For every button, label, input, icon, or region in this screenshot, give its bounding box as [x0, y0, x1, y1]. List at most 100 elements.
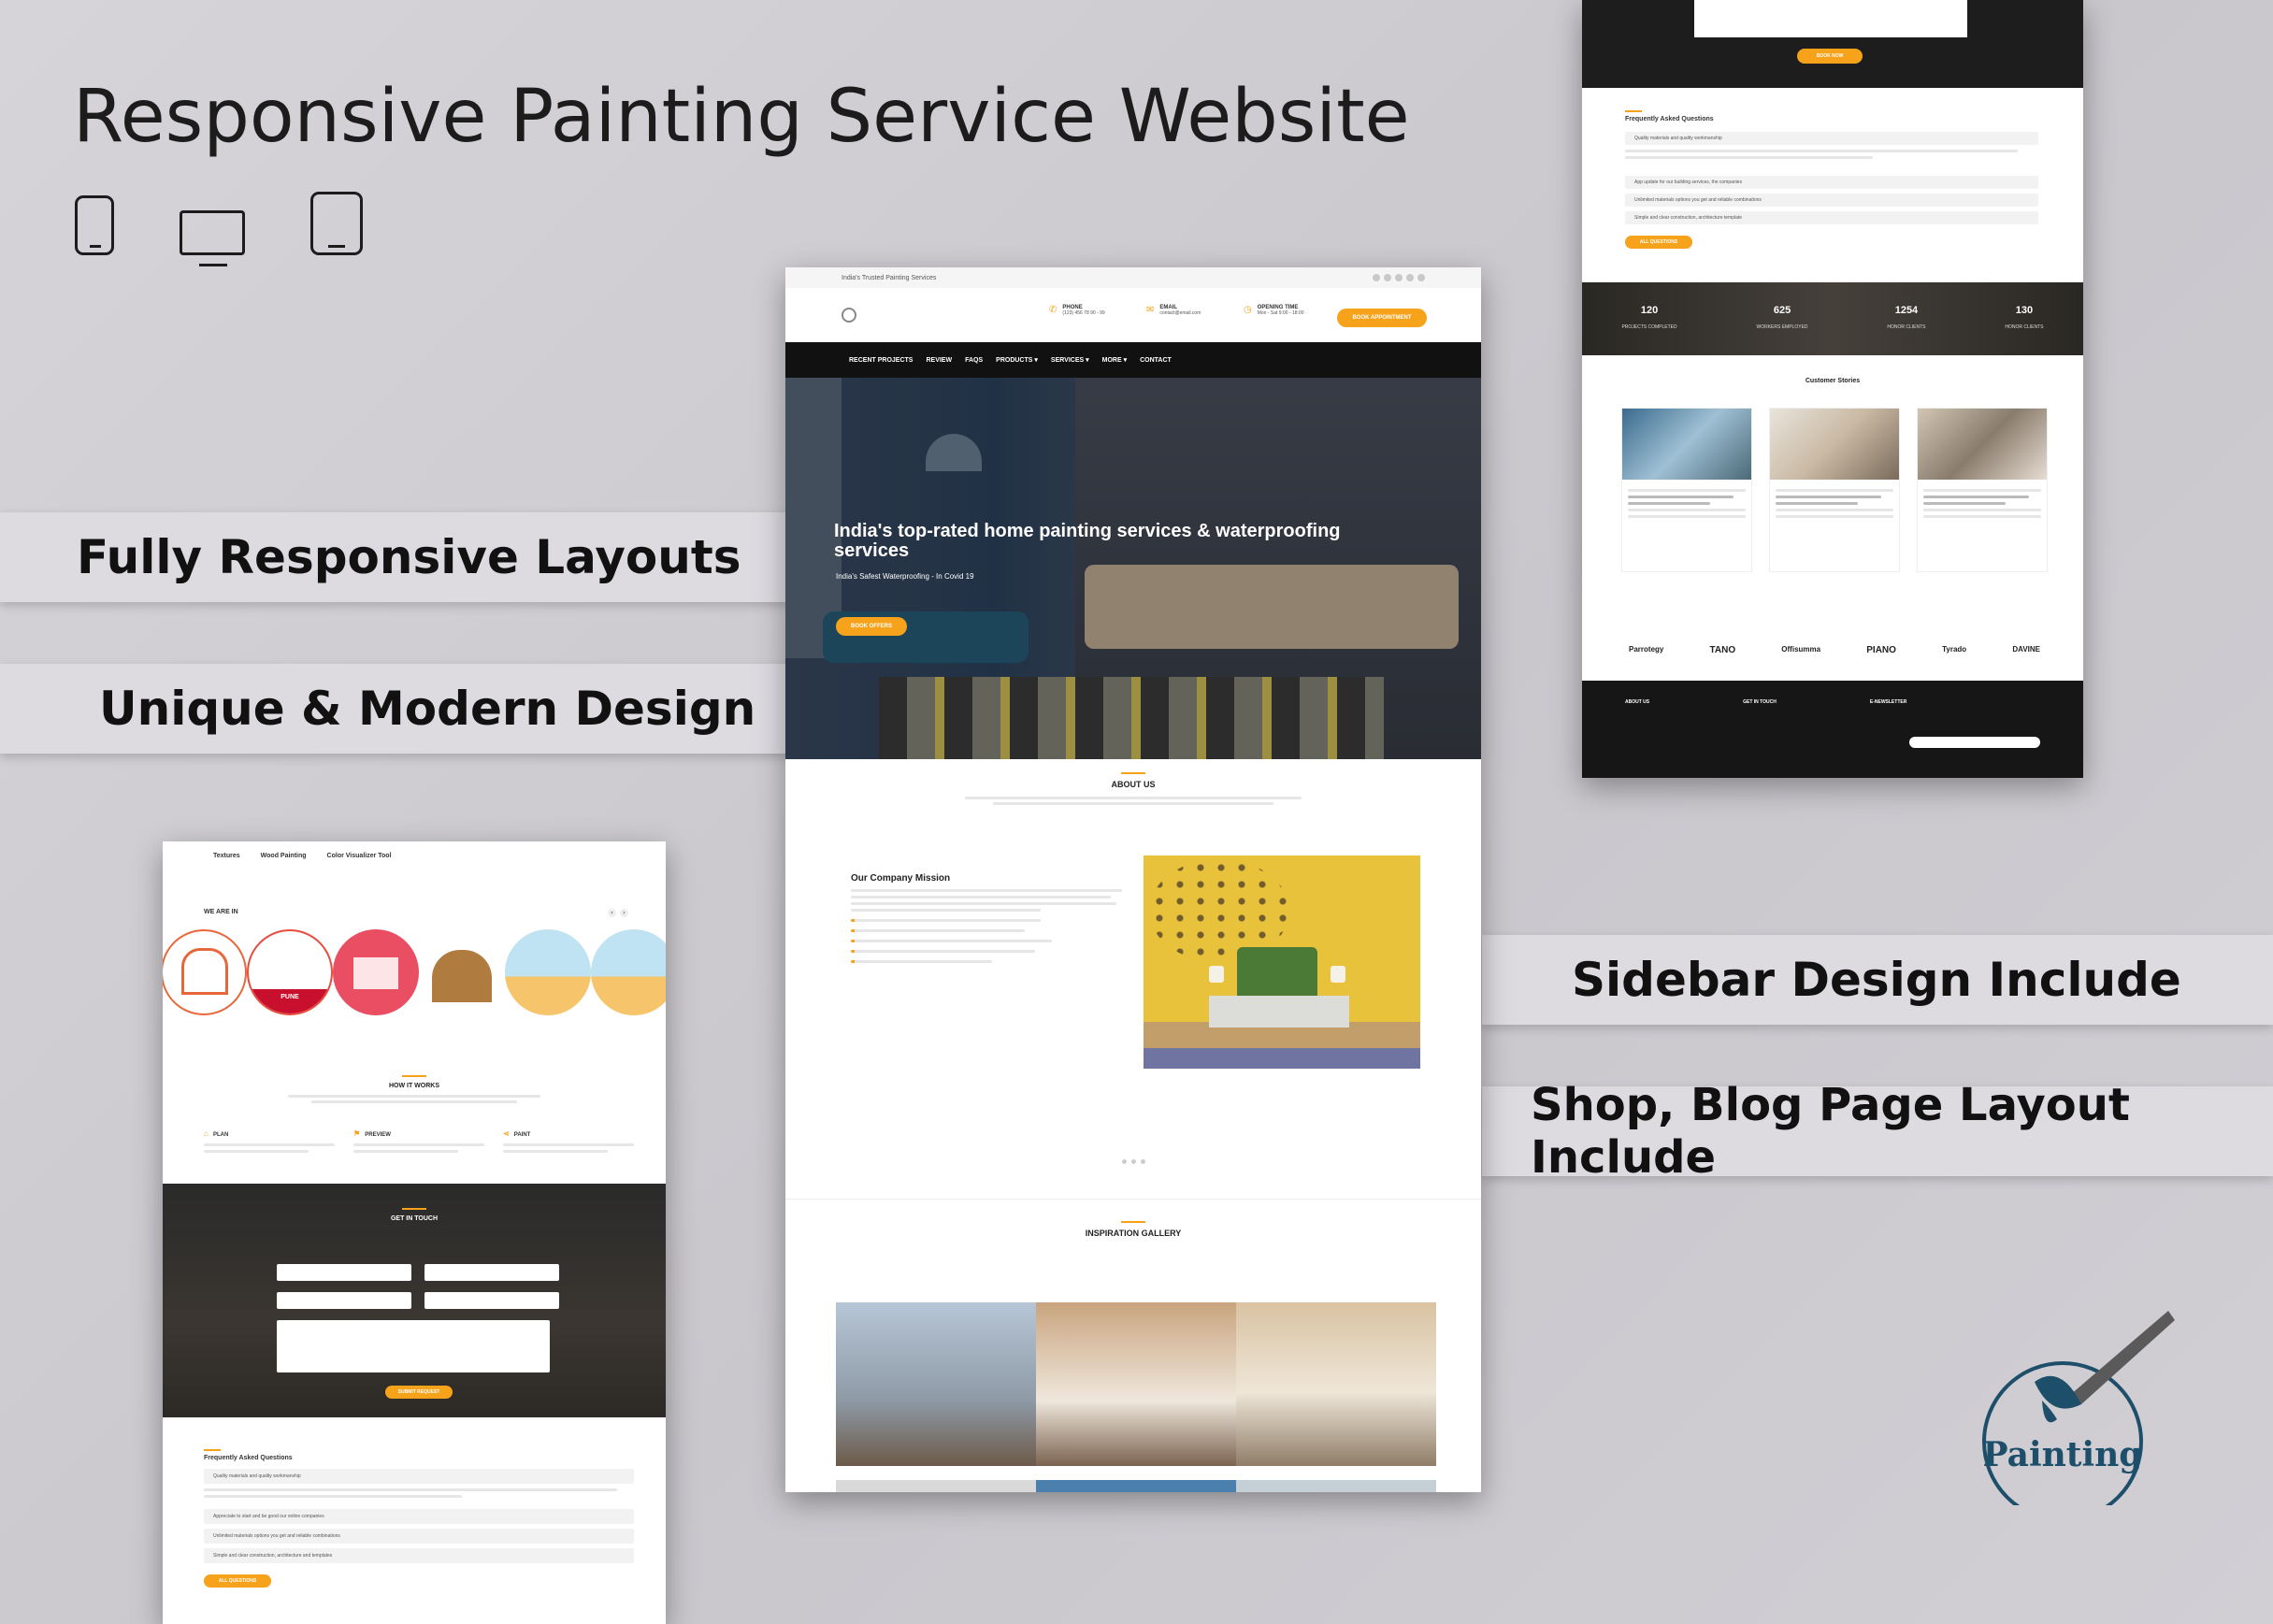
about-title: ABOUT US — [1111, 780, 1156, 789]
text-line — [965, 797, 1302, 799]
phone-info: ✆ PHONE (123) 456 78 90 - 99 — [1049, 305, 1105, 316]
text-line — [1625, 150, 2018, 152]
tablet-icon — [310, 192, 363, 255]
carousel-dots — [1122, 1159, 1145, 1164]
linkedin-icon[interactable] — [1395, 274, 1403, 281]
hero-button[interactable]: BOOK OFFERS — [836, 617, 907, 636]
rm-footer: ABOUT US GET IN TOUCH E-NEWSLETTER — [1582, 681, 2083, 778]
twitter-icon[interactable] — [1384, 274, 1391, 281]
page-title: Responsive Painting Service Website — [73, 75, 1410, 159]
gallery-image[interactable] — [1036, 1302, 1236, 1466]
rm-all-questions-button[interactable]: ALL QUESTIONS — [1625, 236, 1692, 249]
tab-wood-painting[interactable]: Wood Painting — [261, 853, 307, 859]
mission-title: Our Company Mission — [851, 873, 951, 884]
email-info: ✉ EMAIL contact@email.com — [1146, 305, 1201, 316]
city-circle[interactable] — [591, 929, 666, 1015]
phone-field[interactable] — [424, 1264, 559, 1281]
mail-icon: ✉ — [1146, 305, 1155, 315]
rm-faq-row[interactable]: App update for our building services, th… — [1625, 176, 2038, 189]
city-circle[interactable] — [333, 929, 419, 1015]
nav-item-review[interactable]: REVIEW — [926, 357, 952, 364]
name-field[interactable] — [277, 1264, 411, 1281]
city-circle[interactable] — [163, 929, 247, 1015]
rm-stories-heading: Customer Stories — [1582, 378, 2083, 384]
chevron-right-icon[interactable]: › — [620, 909, 628, 917]
instagram-icon[interactable] — [1406, 274, 1414, 281]
lm-all-questions-button[interactable]: ALL QUESTIONS — [204, 1574, 271, 1588]
story-card[interactable] — [1917, 408, 2048, 572]
feature-label: Sidebar Design Include — [1572, 953, 2181, 1007]
how-steps: ⌂ PLAN ⚑ PREVIEW ⋖ PAINT — [204, 1122, 634, 1157]
submit-button[interactable]: SUBMIT REQUEST — [385, 1386, 453, 1399]
stat: 625 WORKERS EMPLOYED — [1756, 305, 1808, 330]
lm-faq-row[interactable]: Appreciate to start and be good our onli… — [204, 1509, 634, 1524]
brush-head-icon — [2035, 1375, 2081, 1409]
tab-textures[interactable]: Textures — [213, 853, 240, 859]
rm-stats-band: 120 PROJECTS COMPLETED 625 WORKERS EMPLOYE… — [1582, 282, 2083, 355]
chevron-left-icon[interactable]: ‹ — [608, 909, 616, 917]
rm-faq-row[interactable]: Simple and clear construction, architect… — [1625, 211, 2038, 224]
device-icons — [75, 192, 363, 266]
brand-logo: Tyrado — [1942, 645, 1967, 654]
city-circle[interactable] — [419, 929, 505, 1015]
rm-book-button[interactable]: BOOK NOW — [1797, 49, 1863, 64]
gallery-row — [836, 1302, 1436, 1466]
brand-logo: PIANO — [1866, 645, 1896, 655]
youtube-icon[interactable] — [1417, 274, 1425, 281]
gallery-image[interactable] — [1236, 1302, 1436, 1466]
nav-item-more[interactable]: MORE ▾ — [1102, 356, 1127, 364]
nav-item-recent-projects[interactable]: RECENT PROJECTS — [849, 357, 913, 364]
phone-icon — [75, 195, 114, 255]
about-section: ABOUT US — [785, 772, 1481, 805]
hero-subtitle: India's Safest Waterproofing - In Covid … — [836, 572, 974, 581]
carousel-dot-active[interactable] — [1141, 1159, 1145, 1164]
text-line — [1625, 156, 1874, 159]
rm-faq-row[interactable]: Quality materials and quality workmanshi… — [1625, 132, 2038, 145]
rm-faq-row[interactable]: Unlimited materials options you get and … — [1625, 194, 2038, 207]
story-card[interactable] — [1769, 408, 1900, 572]
hero-title: India's top-rated home painting services… — [834, 521, 1341, 561]
nav-item-contact[interactable]: CONTACT — [1140, 357, 1172, 364]
rm-brand-logos: Parrotegy TANO Offisumma PIANO Tyrado DA… — [1629, 645, 2040, 655]
how-title: HOW IT WORKS — [388, 1083, 440, 1089]
nav-item-services[interactable]: SERVICES ▾ — [1051, 356, 1089, 364]
rm-stories-title: Customer Stories — [1805, 378, 1861, 384]
topbar-text: India's Trusted Painting Services — [842, 274, 937, 281]
feature-ribbon-shop-blog: Shop, Blog Page Layout Include — [1482, 1079, 2273, 1184]
email-field[interactable] — [277, 1292, 411, 1309]
step-icon: ⌂ — [204, 1129, 209, 1138]
story-card[interactable] — [1621, 408, 1752, 572]
city-circle[interactable] — [505, 929, 591, 1015]
message-textarea[interactable] — [277, 1320, 550, 1372]
lm-tabs: Textures Wood Painting Color Visualizer … — [163, 841, 666, 870]
carousel-dot[interactable] — [1131, 1159, 1136, 1164]
city-circle[interactable]: PUNE — [247, 929, 333, 1015]
site-logo[interactable] — [842, 308, 856, 323]
nav-item-products[interactable]: PRODUCTS ▾ — [996, 356, 1038, 364]
book-appointment-button[interactable]: BOOK APPOINTMENT — [1337, 309, 1427, 327]
feature-label: Unique & Modern Design — [99, 682, 756, 736]
hero-banner: India's top-rated home painting services… — [785, 378, 1481, 759]
social-icons — [1373, 274, 1425, 281]
lm-faq-row[interactable]: Simple and clear construction, architect… — [204, 1548, 634, 1563]
city-arrows: ‹ › — [608, 909, 628, 917]
carousel-dot[interactable] — [1122, 1159, 1127, 1164]
hours-info: ◷ OPENING TIME Mon - Sat 9:00 - 18:00 — [1244, 305, 1304, 316]
gallery-heading: INSPIRATION GALLERY — [785, 1221, 1481, 1238]
rm-newsletter-input[interactable] — [1909, 737, 2040, 748]
monitor-icon — [180, 210, 245, 266]
rm-faq-bar — [1625, 110, 1642, 112]
gallery-row-2 — [836, 1480, 1436, 1492]
get-in-touch-section: GET IN TOUCH SUBMIT REQUEST — [163, 1184, 666, 1417]
gallery-image[interactable] — [836, 1302, 1036, 1466]
lm-faq-row[interactable]: Unlimited materials options you get and … — [204, 1529, 634, 1544]
logo-text: Painting — [1983, 1435, 2143, 1474]
tab-color-visualizer[interactable]: Color Visualizer Tool — [327, 853, 392, 859]
category-select[interactable] — [424, 1292, 559, 1309]
brand-logo: TANO — [1709, 645, 1736, 655]
lm-faq-row[interactable]: Quality materials and quality workmanshi… — [204, 1469, 634, 1484]
step: ⚑ PREVIEW — [353, 1122, 484, 1157]
city-label: PUNE — [249, 989, 331, 1013]
nav-item-faqs[interactable]: FAQS — [965, 357, 983, 364]
facebook-icon[interactable] — [1373, 274, 1380, 281]
